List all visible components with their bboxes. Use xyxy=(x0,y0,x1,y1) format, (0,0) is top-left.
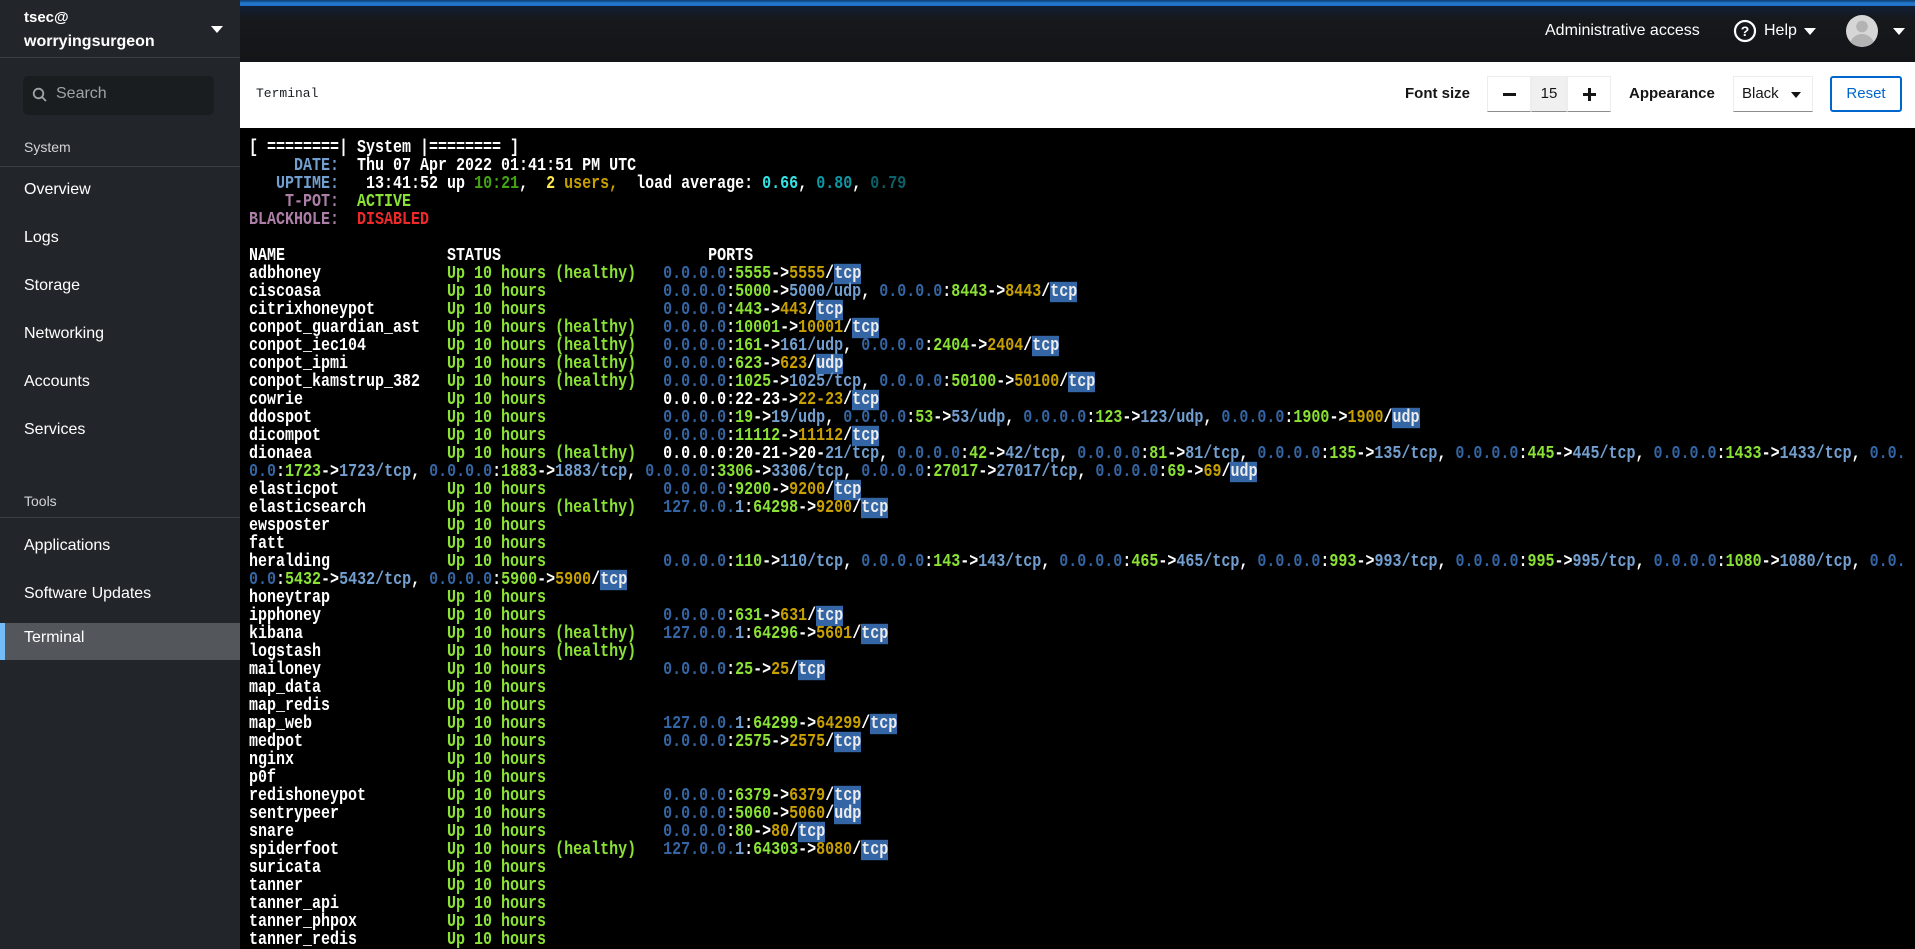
svg-text:?: ? xyxy=(1741,23,1750,39)
